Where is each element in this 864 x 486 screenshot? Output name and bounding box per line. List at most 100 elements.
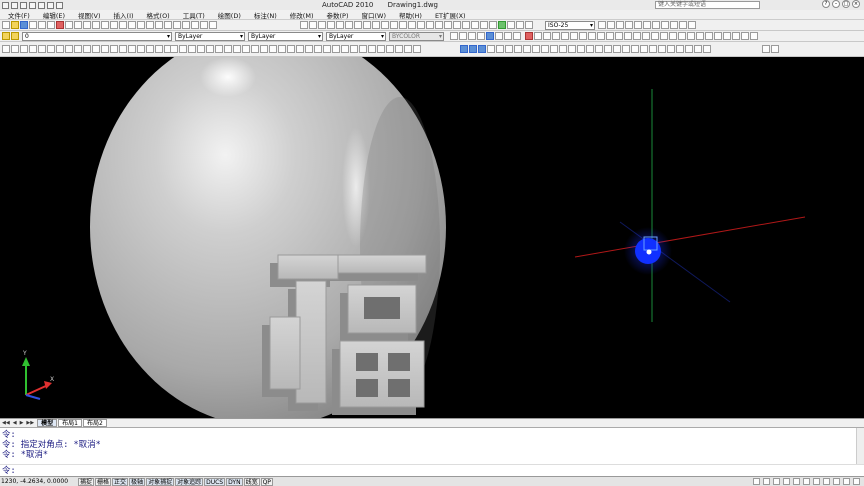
draw-extra-icon-11[interactable]: [260, 45, 268, 53]
clean-screen-icon[interactable]: [853, 478, 860, 485]
region-icon[interactable]: [146, 45, 154, 53]
solid-icon-28[interactable]: [703, 45, 711, 53]
osnap-toggle[interactable]: 对象捕捉: [146, 477, 175, 486]
print-icon[interactable]: [29, 21, 37, 29]
modify-icon-18[interactable]: [678, 32, 686, 40]
point-icon[interactable]: [119, 45, 127, 53]
menu-format[interactable]: 格式(O): [147, 10, 170, 20]
draw-extra-icon-3[interactable]: [188, 45, 196, 53]
publish-icon[interactable]: [47, 21, 55, 29]
save-file-icon[interactable]: [20, 21, 28, 29]
dim-angular-icon[interactable]: [363, 21, 371, 29]
menu-file[interactable]: 文件(F): [8, 10, 30, 20]
solid-icon-9[interactable]: [532, 45, 540, 53]
scale-icon[interactable]: [588, 32, 596, 40]
menu-edit[interactable]: 编辑(E): [43, 10, 65, 20]
view-icon-2[interactable]: [459, 32, 467, 40]
dim-linear-icon[interactable]: [300, 21, 308, 29]
style-icon-10[interactable]: [679, 21, 687, 29]
lock-icon[interactable]: [843, 478, 850, 485]
color-select[interactable]: ByLayer: [175, 32, 245, 41]
named-views-icon[interactable]: [771, 45, 779, 53]
break-icon[interactable]: [624, 32, 632, 40]
help-icon[interactable]: ?: [822, 0, 830, 8]
rotate-icon[interactable]: [579, 32, 587, 40]
solid-icon-20[interactable]: [631, 45, 639, 53]
draw-extra-icon-8[interactable]: [233, 45, 241, 53]
zoom-status-icon[interactable]: [793, 478, 800, 485]
menu-window[interactable]: 窗口(W): [361, 10, 386, 20]
menu-help[interactable]: 帮助(H): [399, 10, 422, 20]
linetype-select[interactable]: ByLayer: [248, 32, 323, 41]
close-icon[interactable]: ×: [852, 0, 860, 8]
minimize-icon[interactable]: –: [832, 0, 840, 8]
preview-icon[interactable]: [38, 21, 46, 29]
zoom-previous-icon[interactable]: [146, 21, 154, 29]
blockedit-icon[interactable]: [92, 21, 100, 29]
next-tab-arrow-icon[interactable]: ▶: [20, 420, 24, 426]
dim-edit-icon[interactable]: [453, 21, 461, 29]
modify-icon-22[interactable]: [714, 32, 722, 40]
revcloud-icon[interactable]: [65, 45, 73, 53]
view-icon-3[interactable]: [468, 32, 476, 40]
style-icon-6[interactable]: [643, 21, 651, 29]
draw-extra-icon-2[interactable]: [179, 45, 187, 53]
qnew-icon[interactable]: [2, 21, 10, 29]
help-tool-icon[interactable]: [209, 21, 217, 29]
layer-state-icon[interactable]: [11, 32, 19, 40]
view-icon-6[interactable]: [495, 32, 503, 40]
table-icon[interactable]: [155, 45, 163, 53]
lineweight-toggle[interactable]: 线宽: [243, 477, 260, 486]
solid-icon-21[interactable]: [640, 45, 648, 53]
draw-extra-icon-15[interactable]: [296, 45, 304, 53]
trim-icon[interactable]: [606, 32, 614, 40]
stretch-icon[interactable]: [597, 32, 605, 40]
draw-extra-icon-9[interactable]: [242, 45, 250, 53]
fillet-icon[interactable]: [651, 32, 659, 40]
solid-icon-11[interactable]: [550, 45, 558, 53]
view-icon-1[interactable]: [450, 32, 458, 40]
solid-icon-24[interactable]: [667, 45, 675, 53]
solid-icon-13[interactable]: [568, 45, 576, 53]
draw-extra-icon-13[interactable]: [278, 45, 286, 53]
tab-model[interactable]: 模型: [37, 419, 58, 427]
designcenter-icon[interactable]: [164, 21, 172, 29]
draw-extra-icon-19[interactable]: [332, 45, 340, 53]
construction-line-icon[interactable]: [11, 45, 19, 53]
ellipse-arc-icon[interactable]: [92, 45, 100, 53]
draw-extra-icon-22[interactable]: [359, 45, 367, 53]
tab-layout2[interactable]: 布局2: [82, 419, 107, 427]
model-space-icon[interactable]: [753, 478, 760, 485]
menu-express[interactable]: ET扩展(X): [435, 10, 466, 20]
draw-extra-icon-14[interactable]: [287, 45, 295, 53]
draw-extra-icon-6[interactable]: [215, 45, 223, 53]
draw-extra-icon-5[interactable]: [206, 45, 214, 53]
dim-quick-icon[interactable]: [372, 21, 380, 29]
plotstyle-select[interactable]: BYCOLOR: [389, 32, 444, 41]
chamfer-icon[interactable]: [642, 32, 650, 40]
solid-icon-27[interactable]: [694, 45, 702, 53]
solid-icon-12[interactable]: [559, 45, 567, 53]
paste-icon[interactable]: [74, 21, 82, 29]
extruded-character-fu[interactable]: 福: [262, 254, 427, 415]
style-icon-11[interactable]: [688, 21, 696, 29]
quick-view-layouts-icon[interactable]: [763, 478, 770, 485]
draw-extra-icon-4[interactable]: [197, 45, 205, 53]
draw-extra-icon-18[interactable]: [323, 45, 331, 53]
dim-diameter-icon[interactable]: [354, 21, 362, 29]
layer-select[interactable]: 0: [22, 32, 172, 41]
draw-extra-icon-10[interactable]: [251, 45, 259, 53]
solid-icon-25[interactable]: [676, 45, 684, 53]
draw-extra-icon-21[interactable]: [350, 45, 358, 53]
search-input[interactable]: 键入关键字或短语: [655, 1, 760, 9]
draw-extra-icon-23[interactable]: [368, 45, 376, 53]
dim-radius-icon[interactable]: [336, 21, 344, 29]
maximize-icon[interactable]: □: [842, 0, 850, 8]
cut-icon[interactable]: [56, 21, 64, 29]
solid-icon-22[interactable]: [649, 45, 657, 53]
zoom-window-icon[interactable]: [137, 21, 145, 29]
polygon-icon[interactable]: [29, 45, 37, 53]
draw-extra-icon-7[interactable]: [224, 45, 232, 53]
array-icon[interactable]: [561, 32, 569, 40]
solid-icon-4[interactable]: [487, 45, 495, 53]
